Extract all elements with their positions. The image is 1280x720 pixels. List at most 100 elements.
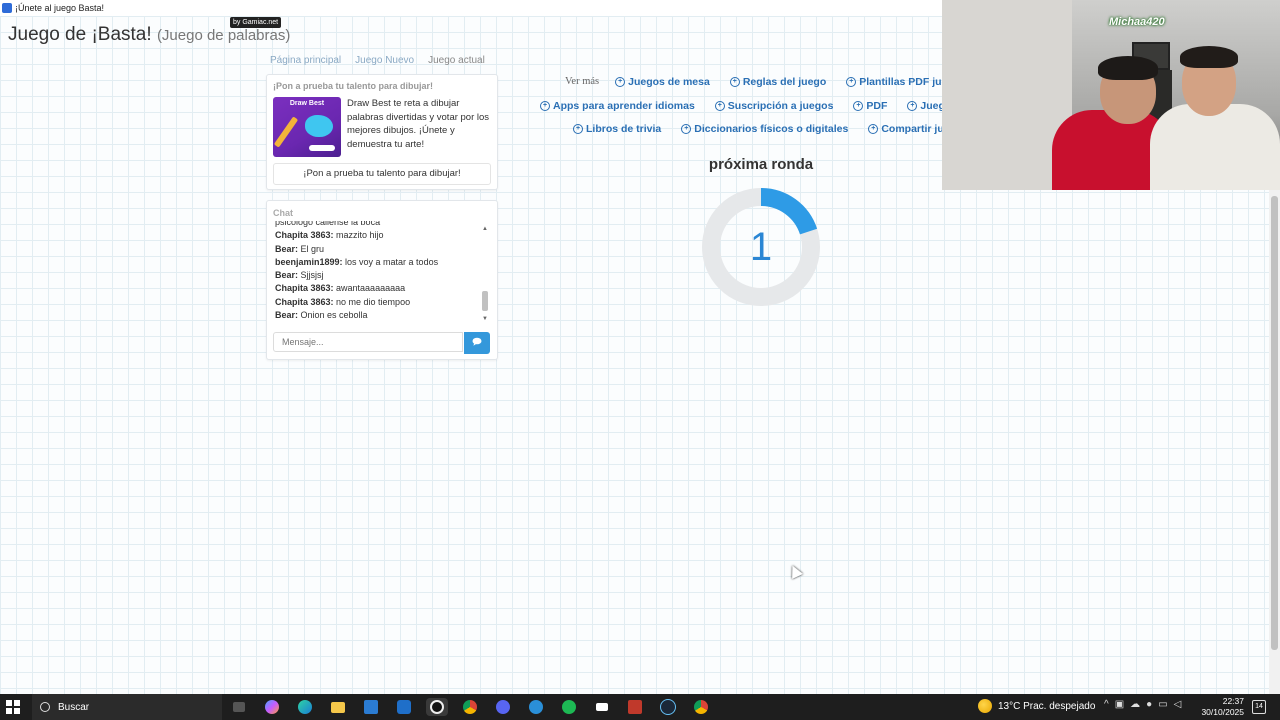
try-drawing-button[interactable]: ¡Pon a prueba tu talento para dibujar! <box>273 163 491 185</box>
link-game-rules[interactable]: + Reglas del juego <box>729 76 826 88</box>
taskbar: Buscar 13°C Prac. despejado ^ ▣ ☁ ● ▭ ◁ … <box>0 694 1280 720</box>
copilot-icon[interactable] <box>261 698 283 716</box>
paintbrush-icon <box>273 116 299 148</box>
countdown-timer: 1 <box>700 186 822 308</box>
chat-user: beenjamin1899: <box>275 256 343 267</box>
link-label: Juegos de mesa <box>628 76 710 88</box>
chat-user: Chapita 3863: <box>275 283 334 294</box>
breadcrumb-home[interactable]: Página principal <box>270 55 341 66</box>
edge-icon[interactable] <box>294 698 316 716</box>
streamer-2-hair <box>1180 46 1238 68</box>
link-dictionaries[interactable]: + Diccionarios físicos o digitales <box>681 123 848 135</box>
windows-start-icon[interactable] <box>6 700 20 714</box>
chat-message: Bear: Sjjsjsj <box>275 269 481 282</box>
obs-icon[interactable] <box>426 698 448 716</box>
taskbar-search[interactable]: Buscar <box>32 694 222 720</box>
related-links: Ver más + Juegos de mesa + Reglas del jueg… <box>540 73 942 141</box>
app-icon[interactable] <box>525 698 547 716</box>
plus-circle-icon: + <box>681 124 692 134</box>
chat-message-input[interactable] <box>273 332 463 352</box>
page-scroll-thumb[interactable] <box>1271 196 1278 650</box>
chevron-up-icon[interactable]: ^ <box>1104 699 1109 710</box>
plus-circle-icon: + <box>540 101 550 111</box>
link-label: Compartir juegos <box>881 123 942 135</box>
capcut-icon[interactable] <box>591 698 613 716</box>
page-scrollbar[interactable] <box>1269 190 1280 694</box>
scroll-down-icon[interactable]: ▼ <box>481 315 489 323</box>
chat-message: Bear: El gru <box>275 243 481 256</box>
chat-text: awantaaaaaaaaa <box>333 283 406 294</box>
discord-icon[interactable] <box>492 698 514 716</box>
search-icon <box>40 702 50 712</box>
weather-widget[interactable]: 13°C Prac. despejado <box>978 699 1095 713</box>
link-label: Plantillas PDF juegos <box>859 76 942 88</box>
weather-moon-icon <box>978 699 992 713</box>
page-subtitle: (Juego de palabras) <box>156 27 291 44</box>
streamer-2 <box>1150 104 1280 190</box>
send-message-button[interactable] <box>464 332 490 354</box>
paint-splash-icon <box>305 115 333 137</box>
task-view-icon[interactable] <box>228 698 250 716</box>
link-game-subscription[interactable]: + Suscripción a juegos <box>714 100 834 112</box>
steam-icon[interactable] <box>657 698 679 716</box>
link-pdf-templates[interactable]: +Plantillas PDF juegos <box>846 76 942 88</box>
chat-user: Chapita 3863: <box>275 296 334 307</box>
chat-user: Bear: <box>275 310 299 321</box>
outlook-icon[interactable] <box>393 698 415 716</box>
page-title-main: Juego de ¡Basta! <box>8 24 152 45</box>
window-title: ¡Únete al juego Basta! <box>15 3 105 13</box>
plus-circle-icon: + <box>729 77 740 87</box>
tray-app-icon[interactable]: ▣ <box>1115 699 1124 710</box>
store-icon[interactable] <box>360 698 382 716</box>
microphone-icon[interactable]: ● <box>1146 699 1152 710</box>
promo-description: Draw Best te reta a dibujar palabras div… <box>347 98 490 150</box>
scroll-up-icon[interactable]: ▲ <box>481 225 489 233</box>
chat-text: los voy a matar a todos <box>342 256 439 267</box>
chrome-icon[interactable] <box>459 698 481 716</box>
links-row-3: + Libros de trivia + Diccionarios físicos … <box>573 123 942 135</box>
link-share-games[interactable]: +Compartir juegos <box>868 123 942 135</box>
plus-circle-icon: + <box>846 77 857 87</box>
clock-time: 22:37 <box>1222 696 1244 706</box>
plus-circle-icon: + <box>868 124 879 134</box>
network-icon[interactable]: ▭ <box>1158 699 1167 710</box>
breadcrumb: Página principal Juego Nuevo Juego actua… <box>270 55 485 66</box>
plus-circle-icon: + <box>907 101 918 111</box>
chat-user: Bear: <box>275 243 299 254</box>
link-label: PDF <box>866 100 888 112</box>
notifications-icon[interactable]: 14 <box>1252 700 1266 714</box>
link-label: Libros de trivia <box>586 123 662 135</box>
link-label: Suscripción a juegos <box>727 100 834 112</box>
cloud-icon[interactable]: ☁ <box>1130 699 1140 710</box>
next-round-label: próxima ronda <box>708 156 814 173</box>
link-label: Apps para aprender idiomas <box>553 100 695 112</box>
chat-text: Sjjsjsj <box>298 270 324 281</box>
breadcrumb-new-game[interactable]: Juego Nuevo <box>355 55 414 66</box>
volume-icon[interactable]: ◁ <box>1174 699 1182 710</box>
chat-message: Chapita 3863: mazzito hijo <box>275 229 481 242</box>
chat-message: Bear: Onion es cebolla <box>275 309 481 322</box>
link-trivia-books[interactable]: + Libros de trivia <box>573 123 661 135</box>
link-language-apps[interactable]: + Apps para aprender idiomas <box>540 100 695 112</box>
clock[interactable]: 22:37 30/10/2025 <box>1190 696 1244 718</box>
chat-scroll-thumb[interactable] <box>482 291 488 311</box>
link-pdf[interactable]: + PDF <box>853 100 887 112</box>
chrome-profile-icon[interactable] <box>690 698 712 716</box>
file-explorer-icon[interactable] <box>327 698 349 716</box>
chat-message-partial: psicologo callense la boca <box>275 221 381 227</box>
voicemeeter-icon[interactable] <box>624 698 646 716</box>
link-label: Juegos <box>920 100 942 112</box>
page-title: Juego de ¡Basta! (Juego de palabras) <box>8 24 290 46</box>
draw-best-thumbnail[interactable]: Draw Best <box>273 97 341 157</box>
links-row-1: Ver más + Juegos de mesa + Reglas del jueg… <box>565 76 942 88</box>
weather-text: 13°C Prac. despejado <box>998 700 1096 712</box>
chat-scrollbar[interactable]: ▲ ▼ <box>481 225 489 323</box>
link-games[interactable]: +Juegos <box>907 100 942 112</box>
chat-text: Onion es cebolla <box>298 310 368 321</box>
chat-heading: Chat <box>273 208 293 218</box>
chat-log[interactable]: psicologo callense la boca Chapita 3863:… <box>275 221 481 325</box>
breadcrumb-current-game: Juego actual <box>428 55 485 66</box>
spotify-icon[interactable] <box>558 698 580 716</box>
chat-text: El gru <box>298 243 325 254</box>
link-board-games[interactable]: + Juegos de mesa <box>615 76 710 88</box>
